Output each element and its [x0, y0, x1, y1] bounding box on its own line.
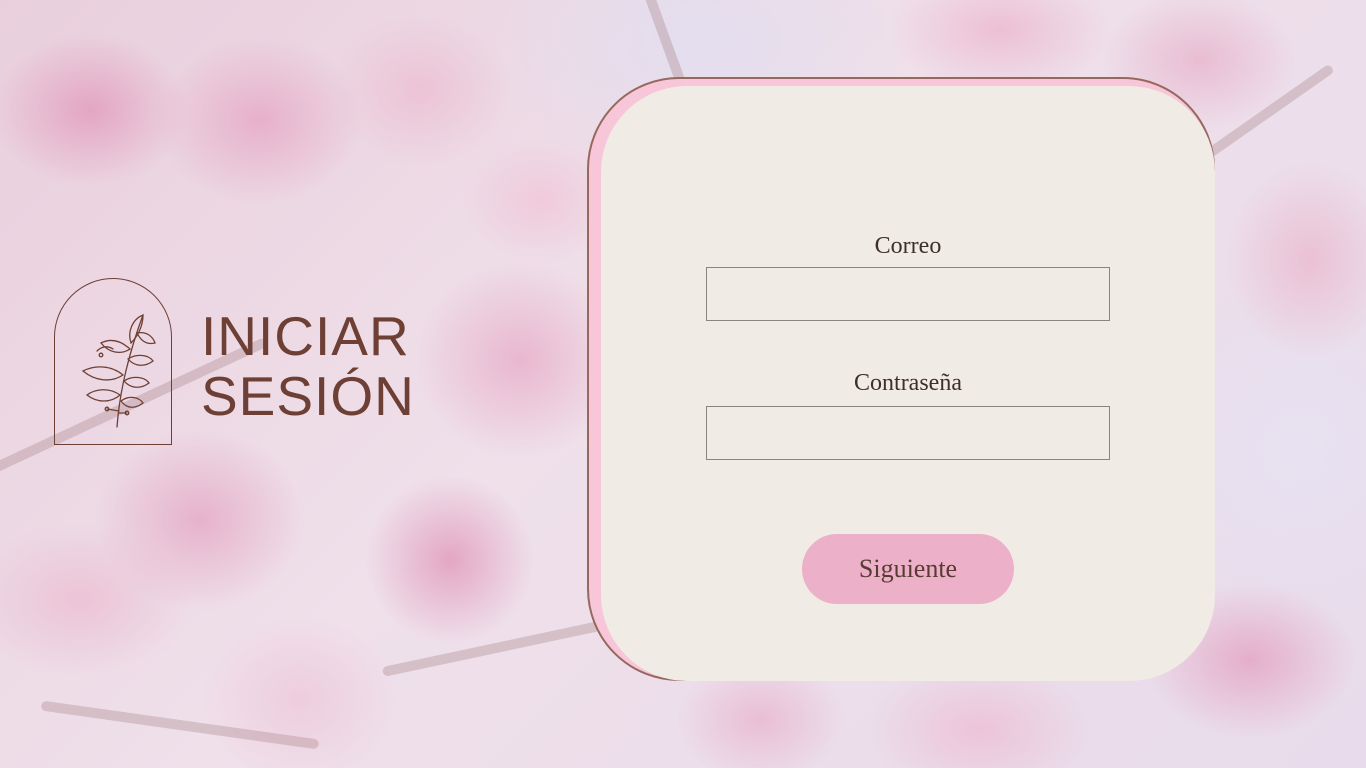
password-field[interactable] — [706, 406, 1110, 460]
login-card: Correo Contraseña Siguiente — [601, 86, 1215, 681]
email-field[interactable] — [706, 267, 1110, 321]
email-label: Correo — [874, 233, 942, 259]
next-button[interactable]: Siguiente — [802, 534, 1014, 604]
title-block: INICIAR SESIÓN — [54, 278, 434, 448]
logo-arch-frame — [54, 278, 172, 445]
password-label: Contraseña — [854, 370, 962, 396]
page-title-line2: SESIÓN — [201, 365, 415, 427]
page-title: INICIAR SESIÓN — [201, 306, 415, 426]
leafy-branch-icon — [81, 314, 156, 428]
page-title-line1: INICIAR — [201, 305, 410, 367]
